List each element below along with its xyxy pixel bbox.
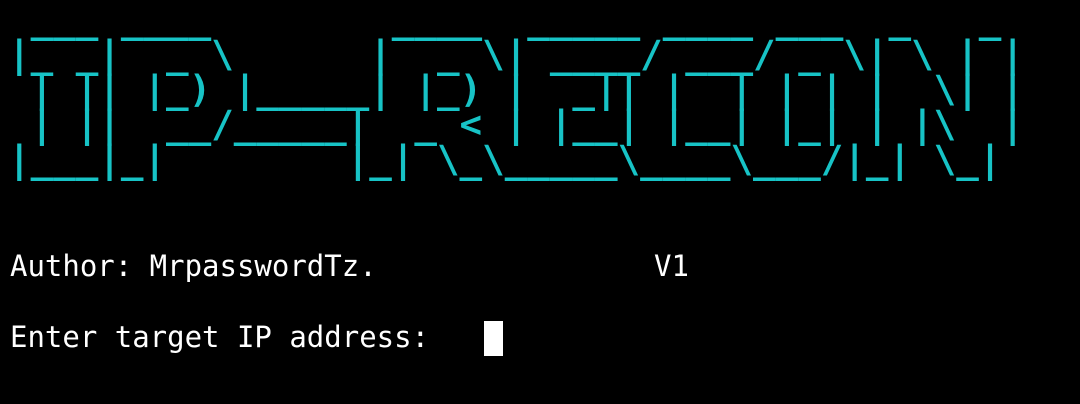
- text-cursor[interactable]: [484, 321, 503, 356]
- author-line: Author: MrpasswordTz.: [10, 249, 377, 283]
- ip-address-prompt: Enter target IP address:: [10, 320, 447, 354]
- terminal-window[interactable]: ___ ____ ____ _____ ____ ___ _ _ |_ _| _…: [0, 0, 1080, 404]
- banner-line: |___|_| |_| \_\_____\____\___/|_| \_|: [8, 137, 1002, 181]
- version-label: V1: [654, 249, 689, 283]
- ip-recon-ascii-banner: ___ ____ ____ _____ ____ ___ _ _ |_ _| _…: [8, 0, 1024, 178]
